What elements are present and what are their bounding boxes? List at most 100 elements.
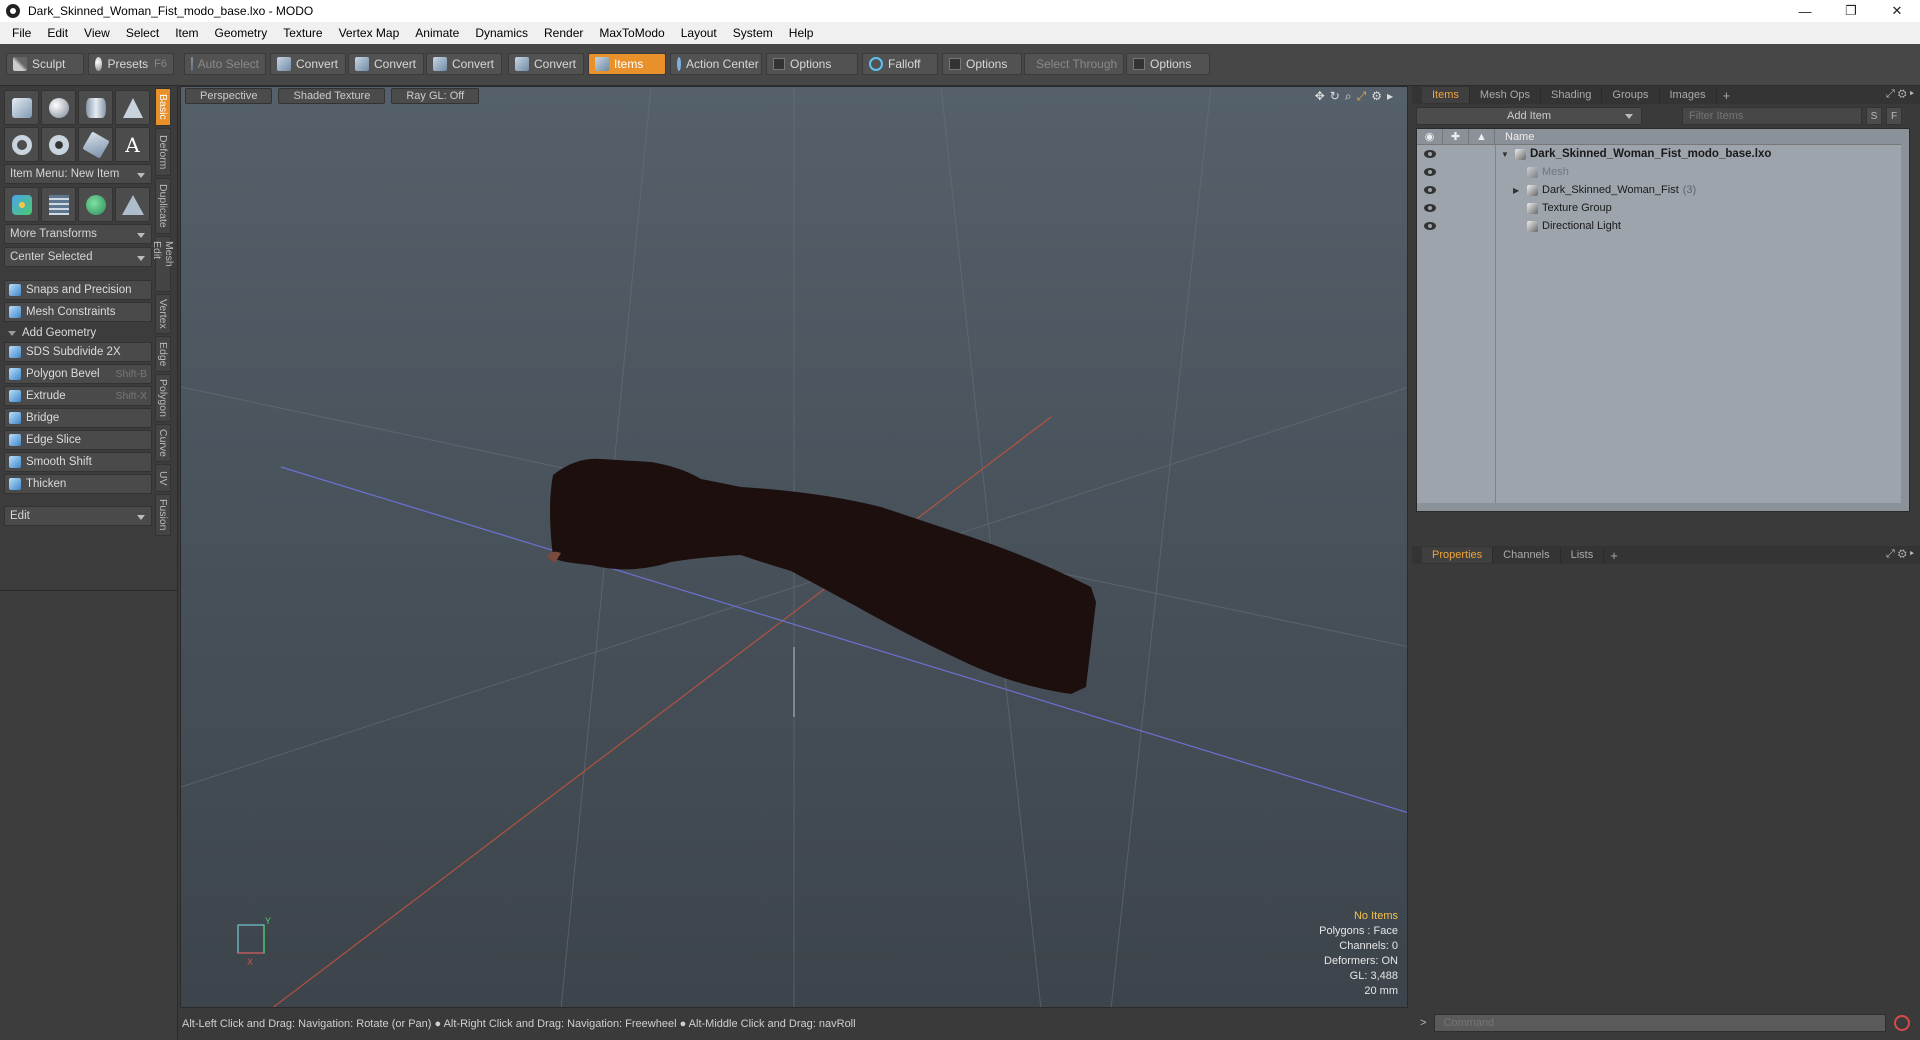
options-button-2[interactable]: Options xyxy=(942,53,1022,75)
lock-column-icon[interactable]: ✚ xyxy=(1443,129,1469,145)
add-geometry-header[interactable]: Add Geometry xyxy=(4,324,152,342)
polygon-bevel-button[interactable]: Polygon Bevel Shift-B xyxy=(4,364,152,384)
torus-tool[interactable] xyxy=(4,127,39,162)
tab-lists[interactable]: Lists xyxy=(1561,547,1605,563)
sphere-tool[interactable] xyxy=(41,90,76,125)
tab-fusion[interactable]: Fusion xyxy=(155,494,171,536)
bridge-button[interactable]: Bridge xyxy=(4,408,152,428)
text-tool[interactable]: A xyxy=(115,127,150,162)
add-item-dropdown[interactable]: Add Item xyxy=(1416,107,1642,125)
tab-channels[interactable]: Channels xyxy=(1493,547,1561,563)
menu-vertex-map[interactable]: Vertex Map xyxy=(331,26,408,40)
view-perspective-tab[interactable]: Perspective xyxy=(185,88,273,104)
rotate-tool[interactable] xyxy=(78,187,113,222)
tree-horizontal-scrollbar[interactable] xyxy=(1417,503,1909,511)
restore-button[interactable]: ❐ xyxy=(1828,0,1874,22)
menu-item[interactable]: Item xyxy=(167,26,206,40)
edge-slice-button[interactable]: Edge Slice xyxy=(4,430,152,450)
more-transforms-dropdown[interactable]: More Transforms xyxy=(4,224,152,244)
tree-row-directional-light[interactable]: Directional Light xyxy=(1417,217,1909,235)
cube-tool[interactable] xyxy=(4,90,39,125)
tab-groups[interactable]: Groups xyxy=(1602,87,1660,103)
add-tab-icon[interactable]: + xyxy=(1604,548,1624,563)
options-button-1[interactable]: Options xyxy=(766,53,858,75)
tab-duplicate[interactable]: Duplicate xyxy=(155,178,171,234)
menu-system[interactable]: System xyxy=(725,26,781,40)
name-column-header[interactable]: Name xyxy=(1495,131,1534,143)
3d-viewport[interactable]: Y X Perspective Shaded Texture Ray GL: O… xyxy=(180,86,1408,1008)
tab-deform[interactable]: Deform xyxy=(155,128,171,176)
menu-geometry[interactable]: Geometry xyxy=(207,26,276,40)
center-selected-dropdown[interactable]: Center Selected xyxy=(4,247,152,267)
sculpt-button[interactable]: Sculpt xyxy=(6,53,84,75)
auto-select-button[interactable]: Auto Select xyxy=(184,53,266,75)
tab-vertex[interactable]: Vertex xyxy=(155,294,171,334)
menu-help[interactable]: Help xyxy=(781,26,822,40)
expand-arrow-icon[interactable]: ▶ xyxy=(1513,186,1523,195)
settings-gear-icon[interactable]: ⚙ xyxy=(1371,89,1382,104)
menu-texture[interactable]: Texture xyxy=(275,26,330,40)
tab-polygon[interactable]: Polygon xyxy=(155,374,171,422)
capsule-tool[interactable] xyxy=(41,127,76,162)
thicken-button[interactable]: Thicken xyxy=(4,474,152,494)
close-button[interactable]: ✕ xyxy=(1874,0,1920,22)
sds-subdivide-button[interactable]: SDS Subdivide 2X xyxy=(4,342,152,362)
tab-edge[interactable]: Edge xyxy=(155,336,171,372)
smooth-shift-button[interactable]: Smooth Shift xyxy=(4,452,152,472)
tab-uv[interactable]: UV xyxy=(155,464,171,492)
item-menu-dropdown[interactable]: Item Menu: New Item xyxy=(4,164,152,184)
transform-tool[interactable] xyxy=(4,187,39,222)
add-tab-icon[interactable]: + xyxy=(1717,88,1737,103)
pan-icon[interactable]: ✥ xyxy=(1315,89,1325,104)
tree-row-texture-group[interactable]: Texture Group xyxy=(1417,199,1909,217)
menu-dynamics[interactable]: Dynamics xyxy=(467,26,536,40)
snaps-precision-button[interactable]: Snaps and Precision xyxy=(4,280,152,300)
tab-mesh-edit[interactable]: Mesh Edit xyxy=(151,236,175,292)
scale-tool[interactable] xyxy=(115,187,150,222)
command-input[interactable] xyxy=(1434,1014,1887,1032)
options-button-3[interactable]: Options xyxy=(1126,53,1210,75)
action-center-button[interactable]: Action Center xyxy=(670,53,762,75)
tab-mesh-ops[interactable]: Mesh Ops xyxy=(1470,87,1542,103)
convert-button-4[interactable]: Convert xyxy=(508,53,584,75)
convert-button-1[interactable]: Convert xyxy=(270,53,346,75)
expand-arrow-icon[interactable]: ▼ xyxy=(1501,150,1511,159)
tree-vertical-scrollbar[interactable] xyxy=(1901,129,1909,511)
grid-tool[interactable] xyxy=(41,187,76,222)
menu-maxtomodo[interactable]: MaxToModo xyxy=(591,26,672,40)
menu-animate[interactable]: Animate xyxy=(407,26,467,40)
cylinder-tool[interactable] xyxy=(78,90,113,125)
orbit-icon[interactable]: ↻ xyxy=(1330,89,1340,104)
play-arrow-icon[interactable]: ▸ xyxy=(1387,89,1393,104)
panel-settings-icon[interactable]: ⤢ ⚙ ▸ xyxy=(1886,88,1914,101)
menu-view[interactable]: View xyxy=(76,26,118,40)
extrude-button[interactable]: Extrude Shift-X xyxy=(4,386,152,406)
tree-row-fist-group[interactable]: ▶ Dark_Skinned_Woman_Fist (3) xyxy=(1417,181,1909,199)
falloff-button[interactable]: Falloff xyxy=(862,53,938,75)
tab-items[interactable]: Items xyxy=(1422,87,1470,103)
maximize-icon[interactable]: ⤢ xyxy=(1357,89,1367,104)
tree-row-scene[interactable]: ▼ Dark_Skinned_Woman_Fist_modo_base.lxo xyxy=(1417,145,1909,163)
filter-f-button[interactable]: F xyxy=(1886,107,1902,125)
filter-s-button[interactable]: S xyxy=(1866,107,1882,125)
visibility-column-eye-icon[interactable]: ◉ xyxy=(1417,129,1443,145)
record-macro-icon[interactable] xyxy=(1894,1015,1911,1031)
panel-settings-icon[interactable]: ⤢ ⚙ ▸ xyxy=(1886,548,1914,561)
menu-select[interactable]: Select xyxy=(118,26,167,40)
cone-tool[interactable] xyxy=(115,90,150,125)
tab-basic[interactable]: Basic xyxy=(155,88,171,126)
convert-button-3[interactable]: Convert xyxy=(426,53,502,75)
menu-render[interactable]: Render xyxy=(536,26,591,40)
pen-tool[interactable] xyxy=(78,127,113,162)
mesh-constraints-button[interactable]: Mesh Constraints xyxy=(4,302,152,322)
tab-images[interactable]: Images xyxy=(1660,87,1717,103)
menu-file[interactable]: File xyxy=(4,26,39,40)
minimize-button[interactable]: — xyxy=(1782,0,1828,22)
tab-shading[interactable]: Shading xyxy=(1541,87,1603,103)
filter-items-input[interactable] xyxy=(1682,107,1862,125)
tab-curve[interactable]: Curve xyxy=(155,424,171,462)
presets-button[interactable]: Presets F6 xyxy=(88,53,174,75)
render-column-icon[interactable]: ▲ xyxy=(1469,129,1495,145)
tree-row-mesh[interactable]: Mesh xyxy=(1417,163,1909,181)
select-through-button[interactable]: Select Through xyxy=(1024,53,1124,75)
